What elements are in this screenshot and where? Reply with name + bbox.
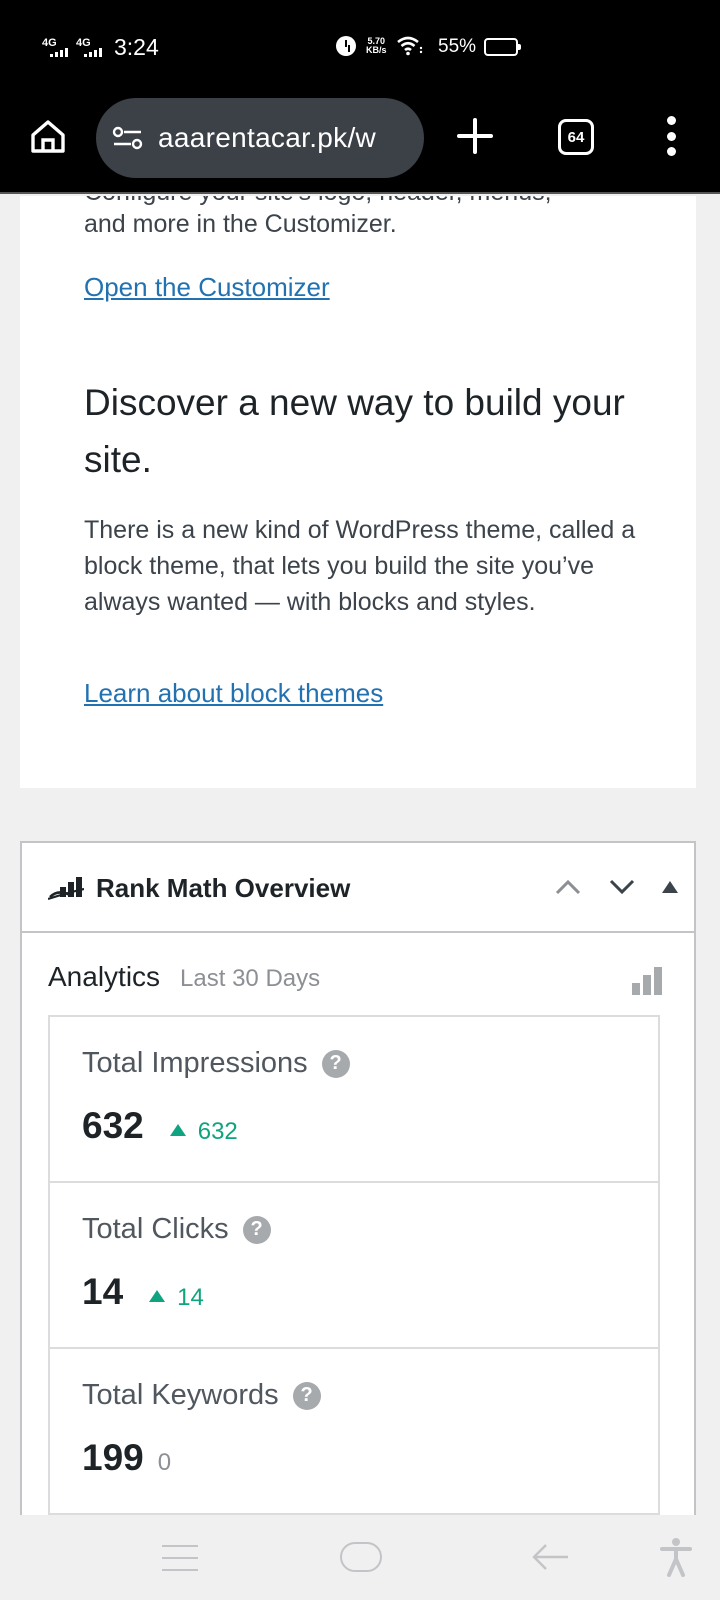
alarm-icon: [336, 36, 356, 56]
move-up-icon[interactable]: [554, 877, 582, 897]
stat-label: Total Clicks: [82, 1213, 229, 1245]
help-icon[interactable]: ?: [242, 1215, 271, 1244]
block-theme-heading: Discover a new way to build your site.: [84, 382, 625, 480]
stat-delta: 14: [149, 1284, 204, 1312]
bar-chart-icon[interactable]: [632, 965, 662, 995]
stat-label: Total Impressions: [82, 1047, 308, 1079]
stat-total-clicks: Total Clicks ? 14 14: [50, 1183, 658, 1349]
url-text[interactable]: aaarentacar.pk/w: [158, 122, 376, 154]
tab-switcher-icon[interactable]: 64: [558, 119, 594, 155]
collapse-toggle-icon[interactable]: [662, 881, 678, 893]
stat-delta: 632: [169, 1118, 238, 1146]
status-bar: 4G 4G 3:24 5.70 KB/s 55%: [0, 0, 720, 96]
battery-icon: [484, 38, 522, 56]
help-icon[interactable]: ?: [292, 1381, 321, 1410]
stat-total-keywords: Total Keywords ? 199 0: [50, 1349, 658, 1515]
signal-2-icon: 4G: [76, 38, 102, 57]
help-icon[interactable]: ?: [321, 1049, 350, 1078]
battery-percent: 55%: [438, 36, 477, 57]
stat-delta-value: 14: [177, 1284, 204, 1311]
address-bar[interactable]: aaarentacar.pk/w: [96, 98, 424, 178]
stat-delta-value: 0: [157, 1449, 172, 1476]
status-time: 3:24: [114, 34, 159, 60]
plus-icon[interactable]: [457, 118, 493, 154]
theme-info-card: Configure your site's logo, header, menu…: [20, 196, 696, 788]
battery-status: 55%: [438, 36, 522, 58]
customizer-text-cut: Configure your site's logo, header, menu…: [84, 196, 552, 207]
more-vert-icon[interactable]: [664, 116, 678, 156]
signal-1-icon: 4G: [42, 38, 68, 57]
analytics-header: Analytics Last 30 Days: [48, 961, 320, 993]
wifi-icon: [396, 36, 422, 56]
recent-apps-icon[interactable]: [162, 1545, 198, 1571]
stat-delta: 0: [158, 1449, 171, 1477]
analytics-title: Analytics: [48, 961, 161, 992]
stat-value: 199: [82, 1437, 144, 1478]
system-nav-bar: [0, 1515, 720, 1600]
accessibility-icon[interactable]: [660, 1537, 692, 1577]
status-left: 4G 4G 3:24: [42, 34, 159, 61]
network-speed: 5.70 KB/s: [366, 37, 387, 55]
tune-icon[interactable]: [112, 126, 144, 150]
rank-math-overview-widget: Rank Math Overview Analytics Last 30 Day…: [20, 841, 696, 1557]
stat-delta-value: 632: [197, 1118, 238, 1145]
stat-value: 632: [82, 1105, 144, 1146]
rank-math-logo-icon: [48, 877, 84, 901]
stats-list: Total Impressions ? 632 632 Total Clicks…: [48, 1015, 660, 1557]
learn-block-themes-link[interactable]: Learn about block themes: [84, 678, 383, 709]
stat-value: 14: [82, 1271, 124, 1312]
widget-title: Rank Math Overview: [96, 873, 351, 903]
speed-unit: KB/s: [366, 45, 387, 55]
back-icon[interactable]: [530, 1541, 570, 1573]
trend-up-icon: [149, 1290, 166, 1302]
open-customizer-link[interactable]: Open the Customizer: [84, 272, 330, 303]
stat-total-impressions: Total Impressions ? 632 632: [50, 1017, 658, 1183]
browser-toolbar: aaarentacar.pk/w 64: [0, 96, 720, 194]
customizer-text: and more in the Customizer.: [84, 210, 397, 238]
analytics-period: Last 30 Days: [180, 965, 321, 992]
nav-home-icon[interactable]: [340, 1542, 382, 1572]
home-icon[interactable]: [28, 116, 68, 156]
widget-header: Rank Math Overview: [22, 843, 694, 933]
move-down-icon[interactable]: [608, 877, 636, 897]
trend-up-icon: [169, 1124, 186, 1136]
stat-label: Total Keywords: [82, 1379, 279, 1411]
block-theme-description: There is a new kind of WordPress theme, …: [84, 516, 636, 616]
